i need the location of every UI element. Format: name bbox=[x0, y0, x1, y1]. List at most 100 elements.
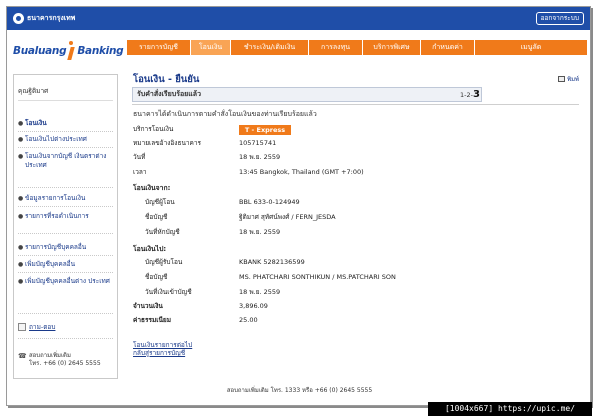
tab-transfer[interactable]: โอนเงิน bbox=[191, 40, 231, 55]
sidebar-item-fcd-transfer[interactable]: ● โอนเงินจากบัญชี เงินตราต่างประเทศ bbox=[18, 152, 114, 170]
tab-shortcuts[interactable]: เมนูลัด bbox=[475, 40, 587, 55]
contact-info: ☎ สอบถามเพิ่มเติม โทร. +66 (0) 2645 5555 bbox=[18, 352, 101, 368]
divider bbox=[18, 255, 113, 256]
sidebar-item-label: โอนเงินจากบัญชี เงินตราต่างประเทศ bbox=[25, 152, 107, 169]
brand-right: Banking bbox=[77, 45, 124, 57]
logout-button[interactable]: ออกจากระบบ bbox=[535, 12, 584, 25]
fee-row: ค่าธรรมเนียม 25.00 bbox=[133, 316, 573, 325]
steps-current: 3 bbox=[472, 89, 480, 100]
sidebar-item-label: เพิ่มบัญชีบุคคลอื่น bbox=[25, 260, 76, 268]
main-nav: รายการบัญชี โอนเงิน ชำระเงิน/เติมเงิน กา… bbox=[127, 40, 587, 55]
success-message: ธนาคารได้ดำเนินการตามคำสั่งโอนเงินของท่า… bbox=[133, 110, 317, 118]
fee-label: ค่าธรรมเนียม bbox=[133, 316, 171, 324]
sidebar-item-transfer[interactable]: ● โอนเงิน bbox=[18, 119, 114, 128]
bullet-icon: ● bbox=[18, 213, 24, 220]
sidebar-item-transfer-info[interactable]: ● ข้อมูลรายการโอนเงิน bbox=[18, 194, 114, 203]
contact-line-1: สอบถามเพิ่มเติม bbox=[29, 352, 71, 359]
from-account-value: BBL 633-0-124949 bbox=[239, 198, 300, 206]
from-account-label: บัญชีผู้โอน bbox=[145, 198, 175, 206]
time-row: เวลา 13:45 Bangkok, Thailand (GMT +7:00) bbox=[133, 168, 573, 177]
sidebar-item-international-transfer[interactable]: ● โอนเงินไปต่างประเทศ bbox=[18, 135, 114, 144]
book-icon bbox=[18, 323, 26, 331]
to-section-title: โอนเงินไป: bbox=[133, 245, 167, 253]
divider bbox=[18, 147, 113, 148]
sidebar-item-label: เพิ่มบัญชีบุคคลอื่นต่าง ประเทศ bbox=[25, 277, 110, 285]
contact-line-2: โทร. +66 (0) 2645 5555 bbox=[29, 360, 101, 367]
bank-name: ธนาคารกรุงเทพ bbox=[27, 14, 76, 22]
bullet-icon: ● bbox=[18, 153, 24, 160]
bullet-icon: ● bbox=[18, 136, 24, 143]
footer: สอบถามเพิ่มเติม โทร. 1333 หรือ +66 (0) 2… bbox=[226, 387, 373, 394]
to-date-value: 18 พ.ย. 2559 bbox=[239, 288, 281, 296]
tab-payment-topup[interactable]: ชำระเงิน/เติมเงิน bbox=[231, 40, 309, 55]
service-badge: T - Express bbox=[239, 125, 291, 135]
step-indicator: 1-2-3 bbox=[460, 89, 480, 100]
user-name: คุณฐิติมาศ bbox=[18, 87, 49, 95]
phone-icon: ☎ bbox=[18, 352, 27, 360]
from-section-title: โอนเงินจาก: bbox=[133, 184, 171, 192]
divider bbox=[18, 206, 113, 207]
brand-i-icon bbox=[67, 41, 76, 61]
divider bbox=[18, 131, 113, 132]
bualuang-ibanking-logo: Bualuang Banking bbox=[13, 37, 125, 65]
steps-prefix: 1-2- bbox=[460, 91, 473, 99]
to-account-label: บัญชีผู้รับโอน bbox=[145, 258, 183, 266]
reference-value: 105715741 bbox=[239, 139, 277, 147]
amount-row: จำนวนเงิน 3,896.09 bbox=[133, 302, 573, 311]
sidebar-item-label: รายการบัญชีบุคคลอื่น bbox=[25, 243, 87, 251]
reference-label: หมายเลขอ้างอิงธนาคาร bbox=[133, 139, 202, 147]
sidebar-item-add-account[interactable]: ● เพิ่มบัญชีบุคคลอื่น bbox=[18, 260, 114, 269]
tab-settings[interactable]: กำหนดค่า bbox=[421, 40, 475, 55]
reference-row: หมายเลขอ้างอิงธนาคาร 105715741 bbox=[133, 139, 573, 148]
sidebar-item-label: รายการที่รอดำเนินการ bbox=[25, 212, 89, 220]
service-row: บริการโอนเงิน T - Express bbox=[133, 125, 573, 135]
tab-accounts[interactable]: รายการบัญชี bbox=[127, 40, 191, 55]
faq-link[interactable]: ถาม-ตอบ bbox=[18, 322, 55, 332]
date-row: วันที่ 18 พ.ย. 2559 bbox=[133, 153, 573, 162]
bullet-icon: ● bbox=[18, 120, 24, 127]
to-name-value: MS. PHATCHARI SONTHIKUN / MS.PATCHARI SO… bbox=[239, 273, 396, 281]
from-name-label: ชื่อบัญชี bbox=[145, 213, 168, 221]
fee-value: 25.00 bbox=[239, 316, 258, 324]
back-to-accounts-link[interactable]: กลับสู่รายการบัญชี bbox=[133, 348, 185, 358]
time-value: 13:45 Bangkok, Thailand (GMT +7:00) bbox=[239, 168, 364, 176]
divider bbox=[18, 313, 113, 314]
divider bbox=[18, 233, 113, 234]
print-label: พิมพ์ bbox=[567, 76, 579, 83]
date-value: 18 พ.ย. 2559 bbox=[239, 153, 281, 161]
divider bbox=[18, 187, 113, 188]
sidebar-item-other-accounts[interactable]: ● รายการบัญชีบุคคลอื่น bbox=[18, 243, 114, 252]
sidebar: คุณฐิติมาศ ● โอนเงิน ● โอนเงินไปต่างประเ… bbox=[13, 74, 118, 379]
from-date-row: วันที่หักบัญชี 18 พ.ย. 2559 bbox=[133, 228, 573, 237]
sidebar-item-pending[interactable]: ● รายการที่รอดำเนินการ bbox=[18, 212, 114, 221]
from-date-value: 18 พ.ย. 2559 bbox=[239, 228, 281, 236]
status-box: รับคำสั่งเรียบร้อยแล้ว bbox=[132, 87, 482, 102]
watermark: [1004x667] https://upic.me/ bbox=[428, 402, 592, 416]
bank-logo[interactable]: ธนาคารกรุงเทพ bbox=[13, 12, 75, 25]
sidebar-item-add-international-account[interactable]: ● เพิ่มบัญชีบุคคลอื่นต่าง ประเทศ bbox=[18, 277, 114, 286]
bullet-icon: ● bbox=[18, 244, 24, 251]
from-account-row: บัญชีผู้โอน BBL 633-0-124949 bbox=[133, 198, 573, 207]
to-name-row: ชื่อบัญชี MS. PHATCHARI SONTHIKUN / MS.P… bbox=[133, 273, 573, 282]
divider bbox=[18, 100, 113, 101]
tab-investment[interactable]: การลงทุน bbox=[309, 40, 363, 55]
amount-label: จำนวนเงิน bbox=[133, 302, 163, 310]
date-label: วันที่ bbox=[133, 153, 146, 161]
bank-emblem-icon bbox=[13, 13, 24, 24]
tab-special-services[interactable]: บริการพิเศษ bbox=[363, 40, 421, 55]
printer-icon bbox=[558, 76, 566, 82]
to-date-row: วันที่เงินเข้าบัญชี 18 พ.ย. 2559 bbox=[133, 288, 573, 297]
bullet-icon: ● bbox=[18, 261, 24, 268]
top-bar: ธนาคารกรุงเทพ ออกจากระบบ bbox=[7, 7, 590, 30]
to-name-label: ชื่อบัญชี bbox=[145, 273, 168, 281]
bullet-icon: ● bbox=[18, 278, 24, 285]
to-account-value: KBANK 5282136599 bbox=[239, 258, 305, 266]
time-label: เวลา bbox=[133, 168, 147, 176]
from-name-value: ฐิติมาศ สุทัศน์พงศ์ / FERN_JESDA bbox=[239, 213, 336, 221]
sidebar-item-label: โอนเงินไปต่างประเทศ bbox=[25, 135, 87, 143]
service-label: บริการโอนเงิน bbox=[133, 125, 174, 133]
to-account-row: บัญชีผู้รับโอน KBANK 5282136599 bbox=[133, 258, 573, 267]
print-button[interactable]: พิมพ์ bbox=[558, 74, 579, 84]
amount-value: 3,896.09 bbox=[239, 302, 268, 310]
to-date-label: วันที่เงินเข้าบัญชี bbox=[145, 288, 192, 296]
